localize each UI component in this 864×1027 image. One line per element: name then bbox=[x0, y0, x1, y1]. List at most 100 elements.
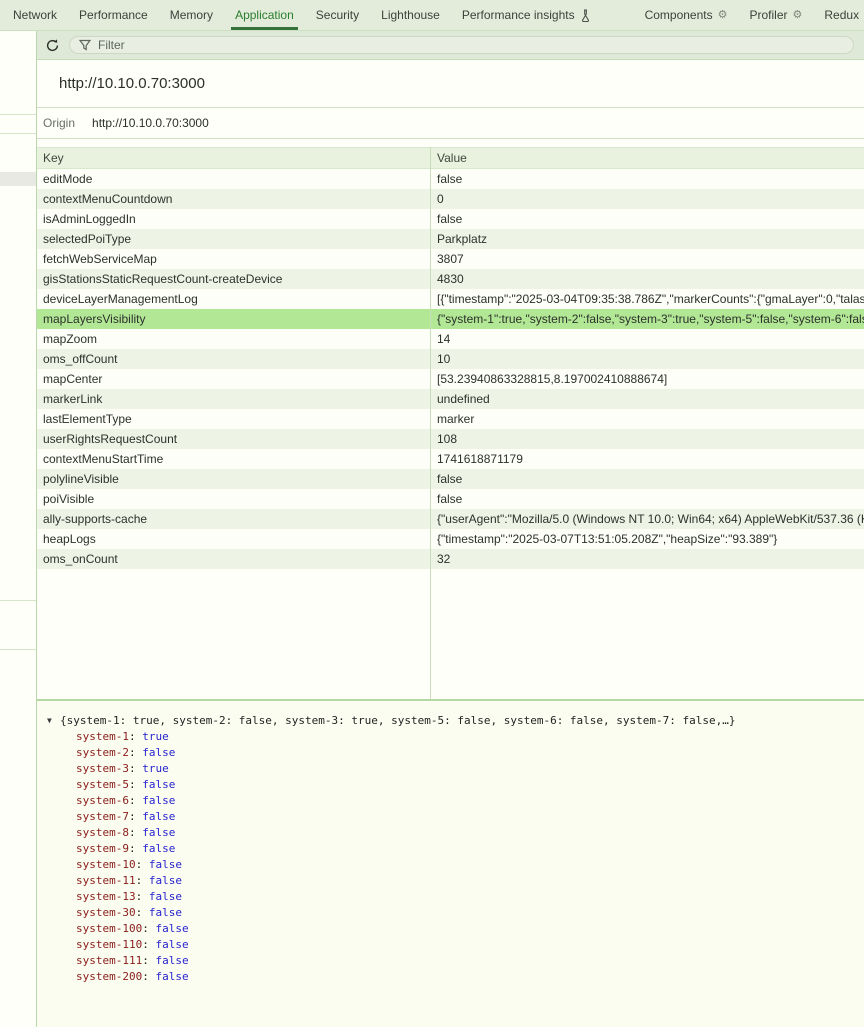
origin-label: Origin bbox=[43, 116, 75, 130]
tree-entry[interactable]: system-5: false bbox=[47, 777, 860, 793]
tab-redux[interactable]: Redux bbox=[813, 0, 864, 30]
table-row[interactable]: oms_offCount10 bbox=[37, 349, 864, 369]
tab-memory[interactable]: Memory bbox=[159, 0, 224, 30]
row-key: fetchWebServiceMap bbox=[37, 249, 430, 269]
table-row[interactable]: userRightsRequestCount108 bbox=[37, 429, 864, 449]
tab-components[interactable]: Components⚙ bbox=[634, 0, 739, 30]
tree-colon: : bbox=[129, 778, 142, 791]
tab-lighthouse[interactable]: Lighthouse bbox=[370, 0, 451, 30]
tree-key: system-2 bbox=[76, 746, 129, 759]
row-value: 108 bbox=[430, 429, 864, 449]
table-row[interactable]: heapLogs{"timestamp":"2025-03-07T13:51:0… bbox=[37, 529, 864, 549]
row-value: 0 bbox=[430, 189, 864, 209]
tree-key: system-30 bbox=[76, 906, 136, 919]
tab-performance[interactable]: Performance bbox=[68, 0, 159, 30]
storage-toolbar bbox=[37, 31, 864, 60]
refresh-icon[interactable] bbox=[45, 38, 60, 53]
storage-origin-title: http://10.10.0.70:3000 bbox=[37, 60, 864, 108]
tree-key: system-111 bbox=[76, 954, 142, 967]
tree-value: false bbox=[142, 794, 175, 807]
table-row[interactable]: deviceLayerManagementLog[{"timestamp":"2… bbox=[37, 289, 864, 309]
table-row[interactable]: mapLayersVisibility{"system-1":true,"sys… bbox=[37, 309, 864, 329]
tab-label: Components bbox=[645, 8, 713, 22]
column-header-key[interactable]: Key bbox=[37, 148, 430, 168]
row-key: ally-supports-cache bbox=[37, 509, 430, 529]
table-row[interactable]: isAdminLoggedInfalse bbox=[37, 209, 864, 229]
table-row[interactable]: gisStationsStaticRequestCount-createDevi… bbox=[37, 269, 864, 289]
table-row[interactable]: oms_onCount32 bbox=[37, 549, 864, 569]
table-row[interactable]: contextMenuStartTime1741618871179 bbox=[37, 449, 864, 469]
tree-colon: : bbox=[136, 874, 149, 887]
row-value: 4830 bbox=[430, 269, 864, 289]
json-preview-tree: system-1: truesystem-2: falsesystem-3: t… bbox=[47, 729, 860, 985]
row-key: userRightsRequestCount bbox=[37, 429, 430, 449]
tree-entry[interactable]: system-111: false bbox=[47, 953, 860, 969]
row-key: contextMenuStartTime bbox=[37, 449, 430, 469]
tree-entry[interactable]: system-1: true bbox=[47, 729, 860, 745]
tab-label: Memory bbox=[170, 8, 213, 22]
tree-entry[interactable]: system-7: false bbox=[47, 809, 860, 825]
tree-entry[interactable]: system-30: false bbox=[47, 905, 860, 921]
json-preview-summary[interactable]: ▼ {system-1: true, system-2: false, syst… bbox=[47, 712, 860, 728]
tree-entry[interactable]: system-8: false bbox=[47, 825, 860, 841]
devtools-tabbar: Network Performance Memory ApplicationSecur… bbox=[0, 0, 864, 31]
tab-network[interactable]: Network bbox=[2, 0, 68, 30]
table-empty-area[interactable] bbox=[37, 569, 864, 699]
table-row[interactable]: fetchWebServiceMap3807 bbox=[37, 249, 864, 269]
tree-colon: : bbox=[142, 938, 155, 951]
row-value: undefined bbox=[430, 389, 864, 409]
table-rows: editModefalsecontextMenuCountdown0isAdmi… bbox=[37, 169, 864, 569]
row-key: poiVisible bbox=[37, 489, 430, 509]
tree-key: system-5 bbox=[76, 778, 129, 791]
table-row[interactable]: editModefalse bbox=[37, 169, 864, 189]
table-row[interactable]: ally-supports-cache{"userAgent":"Mozilla… bbox=[37, 509, 864, 529]
tree-entry[interactable]: system-9: false bbox=[47, 841, 860, 857]
filter-input[interactable] bbox=[98, 38, 844, 52]
tree-entry[interactable]: system-3: true bbox=[47, 761, 860, 777]
row-value: false bbox=[430, 469, 864, 489]
origin-value: http://10.10.0.70:3000 bbox=[92, 116, 209, 130]
tree-entry[interactable]: system-6: false bbox=[47, 793, 860, 809]
row-value: Parkplatz bbox=[430, 229, 864, 249]
column-divider[interactable] bbox=[430, 147, 431, 699]
tree-entry[interactable]: system-200: false bbox=[47, 969, 860, 985]
tree-entry[interactable]: system-2: false bbox=[47, 745, 860, 761]
tree-entry[interactable]: system-13: false bbox=[47, 889, 860, 905]
tree-entry[interactable]: system-11: false bbox=[47, 873, 860, 889]
tab-label: Network bbox=[13, 8, 57, 22]
sidebar-divider bbox=[0, 133, 36, 134]
tree-value: true bbox=[142, 730, 169, 743]
table-row[interactable]: mapZoom14 bbox=[37, 329, 864, 349]
tree-key: system-10 bbox=[76, 858, 136, 871]
table-row[interactable]: selectedPoiTypeParkplatz bbox=[37, 229, 864, 249]
tree-entry[interactable]: system-110: false bbox=[47, 937, 860, 953]
expand-triangle-icon[interactable]: ▼ bbox=[47, 716, 60, 725]
tree-entry[interactable]: system-10: false bbox=[47, 857, 860, 873]
tab-security[interactable]: Security bbox=[305, 0, 370, 30]
application-sidebar-strip[interactable] bbox=[0, 31, 37, 1027]
sidebar-divider bbox=[0, 649, 36, 650]
column-header-value[interactable]: Value bbox=[430, 148, 864, 168]
tab-performance-insights[interactable]: Performance insights bbox=[451, 0, 602, 30]
table-row[interactable]: mapCenter[53.23940863328815,8.1970024108… bbox=[37, 369, 864, 389]
tree-entry[interactable]: system-100: false bbox=[47, 921, 860, 937]
tab-label: Performance bbox=[79, 8, 148, 22]
tree-value: false bbox=[142, 842, 175, 855]
table-row[interactable]: poiVisiblefalse bbox=[37, 489, 864, 509]
tree-value: false bbox=[155, 938, 188, 951]
row-key: mapLayersVisibility bbox=[37, 309, 430, 329]
origin-row: Origin http://10.10.0.70:3000 bbox=[37, 108, 864, 139]
row-value: false bbox=[430, 169, 864, 189]
table-row[interactable]: contextMenuCountdown0 bbox=[37, 189, 864, 209]
table-row[interactable]: markerLinkundefined bbox=[37, 389, 864, 409]
table-row[interactable]: lastElementTypemarker bbox=[37, 409, 864, 429]
tab-application[interactable]: Application bbox=[224, 0, 305, 30]
sidebar-divider bbox=[0, 114, 36, 115]
row-key: mapZoom bbox=[37, 329, 430, 349]
row-value: 32 bbox=[430, 549, 864, 569]
tree-value: false bbox=[155, 954, 188, 967]
table-row[interactable]: polylineVisiblefalse bbox=[37, 469, 864, 489]
tab-profiler[interactable]: Profiler⚙ bbox=[739, 0, 814, 30]
filter-box[interactable] bbox=[69, 36, 854, 54]
row-key: markerLink bbox=[37, 389, 430, 409]
